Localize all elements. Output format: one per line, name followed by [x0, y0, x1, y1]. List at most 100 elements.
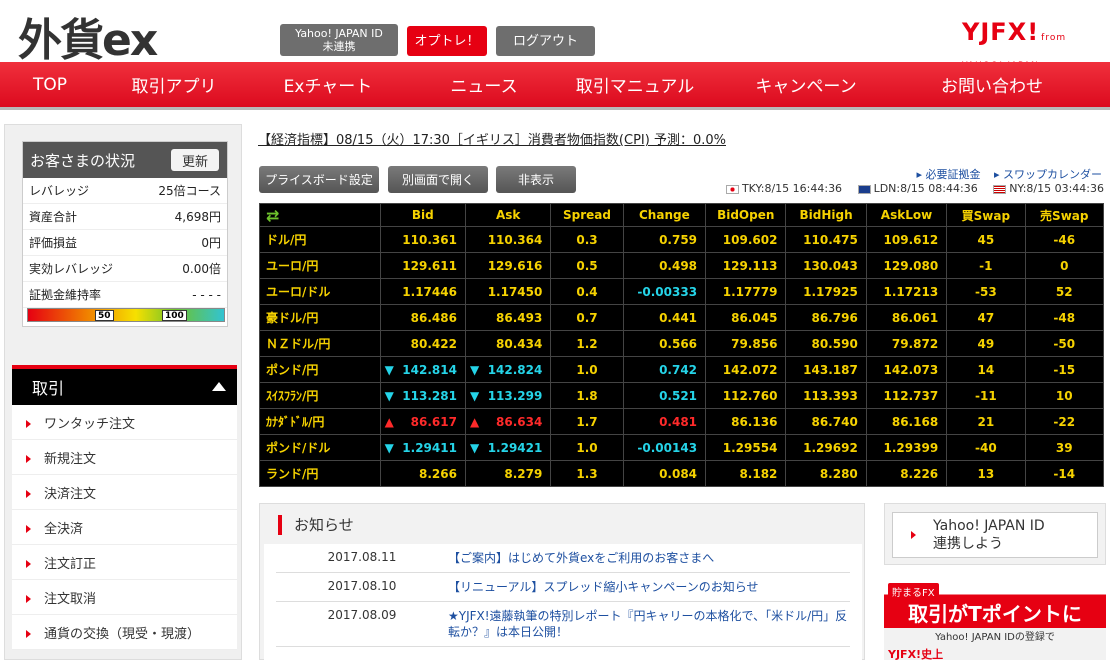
menu-cancel-order[interactable]: 注文取消 [12, 580, 237, 615]
board-row[interactable]: ユーロ/円 129.611 129.616 0.5 0.498 129.113 130.04… [259, 252, 1105, 279]
news-panel: お知らせ 2017.08.11 【ご案内】はじめて外貨exをご利用のお客さまへ 2… [259, 503, 865, 661]
news-link[interactable]: ★YJFX!遠藤執筆の特別レポート『円キャリーの本格化で、「米ドル/円」反転か？… [448, 608, 850, 640]
nav-news[interactable]: ニュース [408, 72, 560, 97]
bid-price[interactable]: ▼ 1.29411 [379, 434, 466, 461]
ask-price[interactable]: ▲ 86.634 [464, 408, 552, 435]
bid-price[interactable]: 129.611 [379, 252, 466, 279]
board-row[interactable]: ドル/円 110.361 110.364 0.3 0.759 109.602 110.475… [259, 226, 1105, 253]
down-arrow-icon: ▼ [384, 440, 394, 455]
ask-price[interactable]: 110.364 [464, 226, 552, 253]
ask-low-value: 8.226 [865, 460, 948, 487]
spread-value: 1.8 [550, 382, 624, 409]
ask-price[interactable]: 129.616 [464, 252, 552, 279]
menu-settle-all[interactable]: 全決済 [12, 510, 237, 545]
col-ask[interactable]: Ask [464, 203, 552, 227]
sell-swap-value: -22 [1024, 408, 1105, 435]
bid-price[interactable]: 86.486 [379, 304, 466, 331]
nav-ex-chart[interactable]: Exチャート [248, 72, 408, 97]
gauge-mark-50: 50 [95, 310, 114, 321]
change-value: 0.566 [622, 330, 707, 357]
menu-settlement-order[interactable]: 決済注文 [12, 475, 237, 510]
ask-price[interactable]: ▼ 142.824 [464, 356, 552, 383]
menu-modify-order[interactable]: 注文訂正 [12, 545, 237, 580]
required-margin-link[interactable]: 必要証拠金 [916, 168, 980, 181]
open-new-window-button[interactable]: 別画面で開く [388, 166, 488, 193]
news-link[interactable]: 【ご案内】はじめて外貨exをご利用のお客さまへ [448, 550, 850, 566]
ask-low-value: 109.612 [865, 226, 948, 253]
hide-button[interactable]: 非表示 [496, 166, 576, 193]
us-flag-icon [993, 184, 1007, 194]
col-change[interactable]: Change [622, 203, 707, 227]
bid-high-value: 110.475 [785, 226, 867, 253]
nav-trading-app[interactable]: 取引アプリ [100, 72, 248, 97]
currency-pair: ユーロ/円 [259, 252, 381, 279]
refresh-arrows-icon[interactable]: ⇄ [259, 203, 381, 227]
nav-manual[interactable]: 取引マニュアル [560, 72, 710, 97]
board-row[interactable]: ランド/円 8.266 8.279 1.3 0.084 8.182 8.280 8.226 13… [259, 460, 1105, 487]
trading-menu-header[interactable]: 取引 [12, 365, 237, 405]
spread-value: 0.3 [550, 226, 624, 253]
col-sell-swap[interactable]: 売Swap [1024, 203, 1105, 227]
ask-price[interactable]: 8.279 [464, 460, 552, 487]
bid-price[interactable]: 8.266 [379, 460, 466, 487]
status-title: お客さまの状況 [30, 151, 136, 170]
yahoo-id-button[interactable]: Yahoo! JAPAN ID 未連携 [280, 24, 398, 56]
bid-price[interactable]: 1.17446 [379, 278, 466, 305]
status-value: - - - - [192, 287, 221, 302]
gauge-mark-100: 100 [162, 310, 187, 321]
col-buy-swap[interactable]: 買Swap [946, 203, 1026, 227]
bid-price[interactable]: ▼ 142.814 [379, 356, 466, 383]
bid-price[interactable]: 110.361 [379, 226, 466, 253]
board-row[interactable]: ユーロ/ドル 1.17446 1.17450 0.4 -0.00333 1.17779 1.… [259, 278, 1105, 305]
buy-swap-value: 14 [946, 356, 1026, 383]
logout-button[interactable]: ログアウト [496, 26, 595, 56]
board-row[interactable]: ＮＺドル/円 80.422 80.434 1.2 0.566 79.856 80.590 79… [259, 330, 1105, 357]
nav-campaign[interactable]: キャンペーン [710, 72, 902, 97]
board-header-row: ⇄ Bid Ask Spread Change BidOpen BidHigh … [259, 203, 1105, 227]
board-row[interactable]: 豪ドル/円 86.486 86.493 0.7 0.441 86.045 86.796 86.… [259, 304, 1105, 331]
bid-price[interactable]: ▲ 86.617 [379, 408, 466, 435]
swap-calendar-link[interactable]: スワップカレンダー [994, 168, 1102, 181]
ask-price[interactable]: 86.493 [464, 304, 552, 331]
economic-indicator-ticker[interactable]: 【経済指標】08/15（火）17:30［イギリス］消費者物価指数(CPI) 予測… [258, 129, 726, 148]
col-spread[interactable]: Spread [550, 203, 624, 227]
refresh-button[interactable]: 更新 [171, 149, 219, 171]
col-bid-high[interactable]: BidHigh [785, 203, 867, 227]
buy-swap-value: 49 [946, 330, 1026, 357]
buy-swap-value: -40 [946, 434, 1026, 461]
banner-main: 取引がTポイントに [908, 602, 1082, 626]
col-ask-low[interactable]: AskLow [865, 203, 948, 227]
spread-value: 1.0 [550, 356, 624, 383]
col-bid[interactable]: Bid [379, 203, 466, 227]
yahoo-link-button[interactable]: Yahoo! JAPAN ID 連携しよう [892, 512, 1098, 558]
col-bid-open[interactable]: BidOpen [705, 203, 787, 227]
nav-contact[interactable]: お問い合わせ [902, 72, 1082, 97]
price-board-settings-button[interactable]: プライスボード設定 [259, 166, 379, 193]
menu-one-touch-order[interactable]: ワンタッチ注文 [12, 405, 237, 440]
ask-price[interactable]: 1.17450 [464, 278, 552, 305]
news-title: お知らせ [260, 504, 864, 544]
clock-text: LDN:8/15 08:44:36 [873, 182, 978, 195]
news-link[interactable]: 【リニューアル】スプレッド縮小キャンペーンのお知らせ [448, 579, 850, 595]
bid-price[interactable]: 80.422 [379, 330, 466, 357]
bid-high-value: 86.796 [785, 304, 867, 331]
board-row[interactable]: ｶﾅﾀﾞﾄﾞﾙ/円 ▲ 86.617 ▲ 86.634 1.7 0.481 86.136 86.… [259, 408, 1105, 435]
yahoo-link-line2: 連携しよう [933, 536, 1003, 552]
ask-price[interactable]: ▼ 1.29421 [464, 434, 552, 461]
nav-top[interactable]: TOP [0, 75, 100, 95]
optore-button[interactable]: オプトレ！ [407, 26, 487, 56]
tpoint-banner[interactable]: 貯まるFX 取引がTポイントに Yahoo! JAPAN IDの登録で YJFX… [884, 580, 1106, 661]
ask-price[interactable]: 80.434 [464, 330, 552, 357]
ask-price[interactable]: ▼ 113.299 [464, 382, 552, 409]
gaika-ex-logo[interactable]: 外貨ex [18, 4, 158, 68]
menu-new-order[interactable]: 新規注文 [12, 440, 237, 475]
board-row[interactable]: ポンド/ドル ▼ 1.29411 ▼ 1.29421 1.0 -0.00143 1.29554… [259, 434, 1105, 461]
bid-open-value: 8.182 [705, 460, 787, 487]
board-row[interactable]: ポンド/円 ▼ 142.814 ▼ 142.824 1.0 0.742 142.072 143.… [259, 356, 1105, 383]
bid-price[interactable]: ▼ 113.281 [379, 382, 466, 409]
board-row[interactable]: ｽｲｽﾌﾗﾝ/円 ▼ 113.281 ▼ 113.299 1.8 0.521 112.760 1… [259, 382, 1105, 409]
left-sidebar: お客さまの状況 更新 レバレッジ 25倍コース 資産合計 4,698円 評価損益 0円… [4, 124, 242, 660]
news-item: 2017.08.11 【ご案内】はじめて外貨exをご利用のお客さまへ [276, 544, 850, 573]
change-value: -0.00143 [622, 434, 707, 461]
menu-currency-exchange[interactable]: 通貨の交換（現受・現渡） [12, 615, 237, 650]
